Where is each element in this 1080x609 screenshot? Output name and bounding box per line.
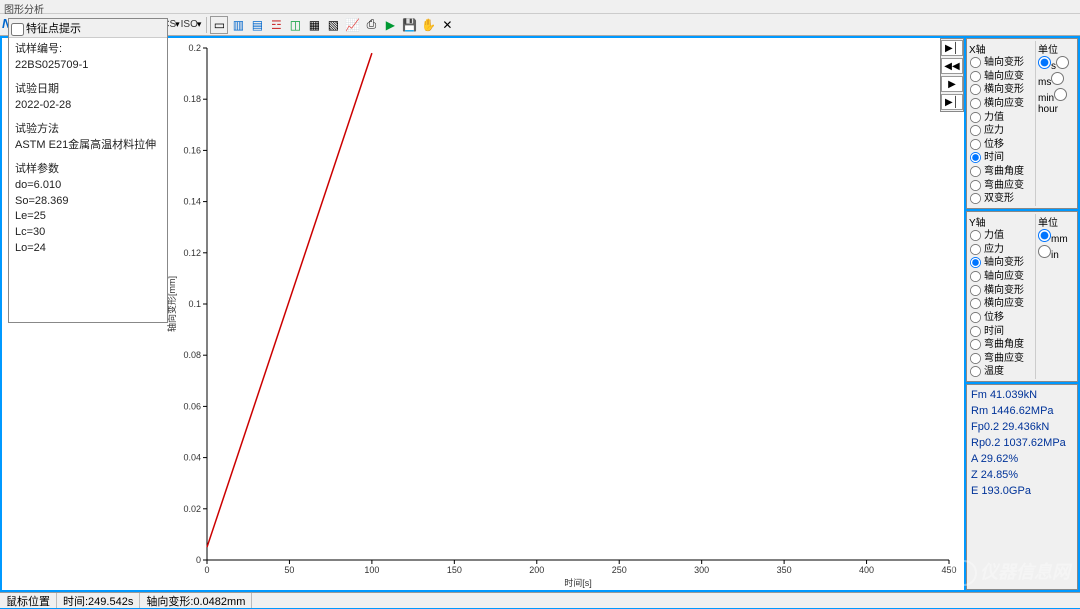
- svg-text:0: 0: [204, 565, 209, 575]
- rewind-end-icon[interactable]: ▶│: [941, 40, 963, 56]
- y-axis-group: Y轴 力值应力轴向变形轴向应变横向变形横向应变位移时间弯曲角度弯曲应变温度 单位…: [966, 211, 1078, 382]
- tool-icon-3[interactable]: ▤: [248, 16, 266, 34]
- x-axis-option[interactable]: 双变形: [969, 192, 1035, 206]
- x-axis-option[interactable]: 位移: [969, 138, 1035, 152]
- x-unit-option[interactable]: s: [1038, 61, 1056, 72]
- x-axis-option[interactable]: 横向应变: [969, 97, 1035, 111]
- y-axis-option[interactable]: 横向变形: [969, 284, 1035, 298]
- svg-text:300: 300: [694, 565, 709, 575]
- status-bar: 鼠标位置 时间:249.542s 轴向变形:0.0482mm: [0, 592, 1080, 608]
- x-axis-option[interactable]: 力值: [969, 111, 1035, 125]
- y-unit-option[interactable]: in: [1038, 250, 1059, 261]
- svg-text:450: 450: [941, 565, 956, 575]
- svg-text:0.04: 0.04: [183, 453, 201, 463]
- svg-text:350: 350: [777, 565, 792, 575]
- info-header-label: 特征点提示: [26, 23, 81, 35]
- svg-text:200: 200: [529, 565, 544, 575]
- y-unit-option[interactable]: mm: [1038, 234, 1068, 245]
- info-body: 试样编号:22BS025709-1 试验日期2022-02-28 试验方法AST…: [9, 38, 167, 269]
- tool-icon-4[interactable]: ☲: [267, 16, 285, 34]
- svg-text:0.16: 0.16: [183, 145, 201, 155]
- window-title-bar: 图形分析: [0, 0, 1080, 14]
- svg-text:时间[s]: 时间[s]: [564, 577, 592, 588]
- save-icon[interactable]: 💾: [400, 16, 418, 34]
- svg-text:0.1: 0.1: [188, 299, 201, 309]
- result-fp02: Fp0.2 29.436kN: [971, 420, 1073, 436]
- tool-icon-8[interactable]: 📈: [343, 16, 361, 34]
- tool-icon-5[interactable]: ◫: [286, 16, 304, 34]
- x-axis-option[interactable]: 时间: [969, 151, 1035, 165]
- close-icon[interactable]: ✕: [438, 16, 456, 34]
- x-axis-option[interactable]: 弯曲角度: [969, 165, 1035, 179]
- play-forward-icon[interactable]: ▶: [941, 76, 963, 92]
- svg-text:400: 400: [859, 565, 874, 575]
- status-time: 时间:249.542s: [57, 593, 140, 608]
- x-unit-title: 单位: [1038, 41, 1075, 56]
- y-axis-option[interactable]: 位移: [969, 311, 1035, 325]
- window-title: 图形分析: [4, 5, 44, 16]
- y-axis-title: Y轴: [969, 214, 1035, 229]
- svg-text:0.02: 0.02: [183, 504, 201, 514]
- feature-point-checkbox[interactable]: [11, 23, 24, 36]
- results-panel: Fm 41.039kN Rm 1446.62MPa Fp0.2 29.436kN…: [966, 384, 1078, 590]
- svg-text:0.18: 0.18: [183, 94, 201, 104]
- svg-text:150: 150: [447, 565, 462, 575]
- svg-text:0: 0: [196, 555, 201, 565]
- y-axis-option[interactable]: 应力: [969, 243, 1035, 257]
- result-a: A 29.62%: [971, 452, 1073, 468]
- x-axis-option[interactable]: 弯曲应变: [969, 179, 1035, 193]
- status-mouse-label: 鼠标位置: [0, 593, 57, 608]
- svg-text:0.12: 0.12: [183, 248, 201, 258]
- y-axis-option[interactable]: 轴向变形: [969, 256, 1035, 270]
- y-axis-option[interactable]: 弯曲应变: [969, 352, 1035, 366]
- x-axis-option[interactable]: 应力: [969, 124, 1035, 138]
- tool-icon-2[interactable]: ▥: [229, 16, 247, 34]
- y-axis-option[interactable]: 弯曲角度: [969, 338, 1035, 352]
- x-axis-option[interactable]: 横向变形: [969, 83, 1035, 97]
- svg-text:0.2: 0.2: [188, 43, 201, 53]
- result-rm: Rm 1446.62MPa: [971, 404, 1073, 420]
- svg-text:0.08: 0.08: [183, 350, 201, 360]
- x-axis-option[interactable]: 轴向变形: [969, 56, 1035, 70]
- tool-icon-9[interactable]: ⎙: [362, 16, 380, 34]
- svg-text:0.14: 0.14: [183, 197, 201, 207]
- info-panel-header: 特征点提示: [9, 19, 167, 38]
- result-e: E 193.0GPa: [971, 484, 1073, 500]
- y-axis-option[interactable]: 时间: [969, 325, 1035, 339]
- pan-icon[interactable]: ✋: [419, 16, 437, 34]
- result-z: Z 24.85%: [971, 468, 1073, 484]
- play-icon[interactable]: ▶: [381, 16, 399, 34]
- y-axis-option[interactable]: 横向应变: [969, 297, 1035, 311]
- tool-icon-6[interactable]: ▦: [305, 16, 323, 34]
- tool-icon-1[interactable]: ▭: [210, 16, 228, 34]
- dd-iso[interactable]: ISO: [181, 19, 198, 30]
- svg-text:100: 100: [364, 565, 379, 575]
- result-fm: Fm 41.039kN: [971, 388, 1073, 404]
- status-deform: 轴向变形:0.0482mm: [140, 593, 252, 608]
- y-axis-option[interactable]: 力值: [969, 229, 1035, 243]
- forward-end-icon[interactable]: ▶│: [941, 94, 963, 110]
- x-axis-group: X轴 轴向变形轴向应变横向变形横向应变力值应力位移时间弯曲角度弯曲应变双变形 单…: [966, 38, 1078, 209]
- info-panel: 特征点提示 试样编号:22BS025709-1 试验日期2022-02-28 试…: [8, 18, 168, 323]
- svg-text:250: 250: [612, 565, 627, 575]
- playback-buttons: ▶│ ◀◀ ▶ ▶│: [940, 38, 964, 112]
- y-axis-option[interactable]: 温度: [969, 365, 1035, 379]
- x-axis-title: X轴: [969, 41, 1035, 56]
- rewind-icon[interactable]: ◀◀: [941, 58, 963, 74]
- right-column: X轴 轴向变形轴向应变横向变形横向应变力值应力位移时间弯曲角度弯曲应变双变形 单…: [966, 38, 1078, 590]
- x-axis-option[interactable]: 轴向应变: [969, 70, 1035, 84]
- result-rp02: Rp0.2 1037.62MPa: [971, 436, 1073, 452]
- y-unit-title: 单位: [1038, 214, 1075, 229]
- svg-text:0.06: 0.06: [183, 401, 201, 411]
- svg-text:50: 50: [284, 565, 294, 575]
- y-axis-option[interactable]: 轴向应变: [969, 270, 1035, 284]
- tool-icon-7[interactable]: ▧: [324, 16, 342, 34]
